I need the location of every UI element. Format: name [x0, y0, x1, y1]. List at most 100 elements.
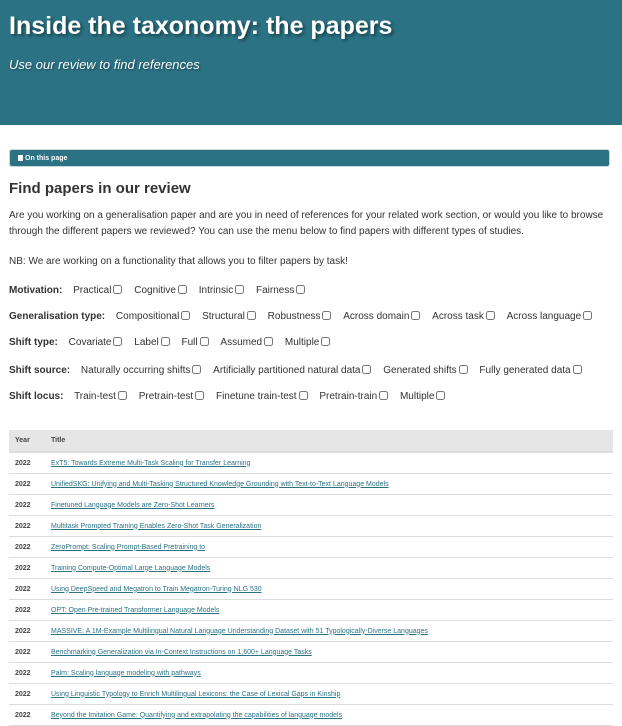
paper-link[interactable]: ZeroPrompt: Scaling Prompt-Based Pretrai…	[51, 544, 205, 551]
column-header-title[interactable]: Title	[45, 430, 613, 453]
checkbox-compositional[interactable]	[181, 311, 191, 320]
year-cell: 2022	[9, 515, 45, 537]
title-cell: UnifiedSKG: Unifying and Multi-Tasking S…	[45, 473, 613, 495]
filter-label: Motivation:	[9, 285, 63, 296]
filter-option-practical[interactable]: Practical	[73, 285, 123, 296]
filter-option-train-test[interactable]: Train-test	[74, 391, 127, 402]
filter-option-across-domain[interactable]: Across domain	[343, 311, 421, 322]
filter-option-across-language[interactable]: Across language	[507, 311, 593, 322]
on-this-page-label: On this page	[25, 155, 68, 162]
checkbox-pretrain-train[interactable]	[379, 391, 389, 400]
table-row: 2022 OPT: Open Pre-trained Transformer La…	[9, 599, 613, 621]
table-row: 2022 Multitask Prompted Training Enables …	[9, 515, 613, 537]
checkbox-robustness[interactable]	[322, 311, 332, 320]
paper-link[interactable]: Finetuned Language Models are Zero-Shot …	[51, 502, 214, 509]
paper-link[interactable]: ExT5: Towards Extreme Multi-Task Scaling…	[51, 460, 250, 467]
filter-option-cognitive[interactable]: Cognitive	[134, 285, 187, 296]
checkbox-across-language[interactable]	[583, 311, 593, 320]
year-cell: 2022	[9, 662, 45, 684]
paper-link[interactable]: MASSIVE: A 1M-Example Multilingual Natur…	[51, 628, 428, 635]
checkbox-multiple[interactable]	[321, 337, 331, 346]
year-cell: 2022	[9, 557, 45, 579]
filter-option-across-task[interactable]: Across task	[432, 311, 495, 322]
title-cell: ZeroPrompt: Scaling Prompt-Based Pretrai…	[45, 536, 613, 558]
filter-shift-type: Shift type: Covariate Label Full Assumed…	[9, 336, 331, 350]
filter-label: Generalisation type:	[9, 311, 106, 322]
filter-option-assumed[interactable]: Assumed	[220, 337, 274, 348]
filter-option-multiple-locus[interactable]: Multiple	[400, 391, 446, 402]
filter-option-multiple[interactable]: Multiple	[285, 337, 331, 348]
paper-link[interactable]: Using DeepSpeed and Megatron to Train Me…	[51, 586, 262, 593]
table-row: 2022 Beyond the Imitation Game: Quantifyi…	[9, 704, 613, 726]
year-cell: 2022	[9, 683, 45, 705]
title-cell: Palm: Scaling language modeling with pat…	[45, 662, 613, 684]
filter-option-robustness[interactable]: Robustness	[268, 311, 332, 322]
filter-motivation: Motivation: Practical Cognitive Intrinsi…	[9, 284, 306, 298]
on-this-page-toggle[interactable]: On this page	[9, 149, 610, 167]
table-row: 2022 ZeroPrompt: Scaling Prompt-Based Pre…	[9, 536, 613, 558]
checkbox-structural[interactable]	[246, 311, 256, 320]
filter-option-artificially-partitioned[interactable]: Artificially partitioned natural data	[213, 365, 372, 376]
checkbox-generated-shifts[interactable]	[458, 365, 468, 374]
filter-option-label[interactable]: Label	[134, 337, 170, 348]
checkbox-fairness[interactable]	[296, 285, 306, 294]
title-cell: Beyond the Imitation Game: Quantifying a…	[45, 704, 613, 726]
checkbox-fully-generated[interactable]	[572, 365, 582, 374]
checkbox-pretrain-test[interactable]	[195, 391, 205, 400]
checkbox-multiple-locus[interactable]	[436, 391, 446, 400]
checkbox-train-test[interactable]	[117, 391, 127, 400]
checkbox-assumed[interactable]	[264, 337, 274, 346]
filter-option-compositional[interactable]: Compositional	[116, 311, 191, 322]
filter-option-naturally-occurring[interactable]: Naturally occurring shifts	[81, 365, 202, 376]
title-cell: Using Linguistic Typology to Enrich Mult…	[45, 683, 613, 705]
table-row: 2022 ExT5: Towards Extreme Multi-Task Sca…	[9, 452, 613, 474]
paper-link[interactable]: OPT: Open Pre-trained Transformer Langua…	[51, 607, 219, 614]
paper-link[interactable]: Multitask Prompted Training Enables Zero…	[51, 523, 261, 530]
paper-link[interactable]: Using Linguistic Typology to Enrich Mult…	[51, 691, 340, 698]
filter-option-structural[interactable]: Structural	[202, 311, 256, 322]
papers-table: Year Title 2022 ExT5: Towards Extreme Mul…	[9, 430, 613, 726]
filter-option-fairness[interactable]: Fairness	[256, 285, 306, 296]
page-subtitle: Use our review to find references	[9, 57, 200, 72]
year-cell: 2022	[9, 452, 45, 474]
checkbox-full[interactable]	[199, 337, 209, 346]
checkbox-label[interactable]	[160, 337, 170, 346]
checkbox-covariate[interactable]	[113, 337, 123, 346]
title-cell: ExT5: Towards Extreme Multi-Task Scaling…	[45, 452, 613, 474]
filter-shift-source: Shift source: Naturally occurring shifts…	[9, 364, 582, 378]
filter-option-intrinsic[interactable]: Intrinsic	[199, 285, 245, 296]
checkbox-naturally-occurring[interactable]	[192, 365, 202, 374]
table-row: 2022 Using DeepSpeed and Megatron to Trai…	[9, 578, 613, 600]
checkbox-finetune-train-test[interactable]	[298, 391, 308, 400]
year-cell: 2022	[9, 494, 45, 516]
title-cell: OPT: Open Pre-trained Transformer Langua…	[45, 599, 613, 621]
checkbox-practical[interactable]	[113, 285, 123, 294]
paper-link[interactable]: Beyond the Imitation Game: Quantifying a…	[51, 712, 342, 719]
table-row: 2022 UnifiedSKG: Unifying and Multi-Taski…	[9, 473, 613, 495]
filter-option-covariate[interactable]: Covariate	[69, 337, 123, 348]
checkbox-across-domain[interactable]	[411, 311, 421, 320]
table-row: 2022 Benchmarking Generalization via In-C…	[9, 641, 613, 663]
year-cell: 2022	[9, 641, 45, 663]
filter-option-generated-shifts[interactable]: Generated shifts	[383, 365, 468, 376]
title-cell: Multitask Prompted Training Enables Zero…	[45, 515, 613, 537]
intro-text: Are you working on a generalisation pape…	[9, 210, 604, 237]
column-header-year[interactable]: Year	[9, 430, 45, 453]
filter-option-pretrain-train[interactable]: Pretrain-train	[319, 391, 389, 402]
checkbox-artificially-partitioned[interactable]	[362, 365, 372, 374]
filter-option-pretrain-test[interactable]: Pretrain-test	[139, 391, 205, 402]
paper-link[interactable]: Training Compute-Optimal Large Language …	[51, 565, 210, 572]
filter-option-full[interactable]: Full	[182, 337, 209, 348]
title-cell: Using DeepSpeed and Megatron to Train Me…	[45, 578, 613, 600]
year-cell: 2022	[9, 620, 45, 642]
section-heading: Find papers in our review	[9, 180, 191, 197]
filter-option-finetune-train-test[interactable]: Finetune train-test	[216, 391, 308, 402]
paper-link[interactable]: Palm: Scaling language modeling with pat…	[51, 670, 201, 677]
checkbox-across-task[interactable]	[485, 311, 495, 320]
checkbox-cognitive[interactable]	[177, 285, 187, 294]
paper-link[interactable]: UnifiedSKG: Unifying and Multi-Tasking S…	[51, 481, 389, 488]
filter-option-fully-generated[interactable]: Fully generated data	[479, 365, 582, 376]
checkbox-intrinsic[interactable]	[235, 285, 245, 294]
filter-generalisation-type: Generalisation type: Compositional Struc…	[9, 310, 593, 324]
paper-link[interactable]: Benchmarking Generalization via In-Conte…	[51, 649, 312, 656]
